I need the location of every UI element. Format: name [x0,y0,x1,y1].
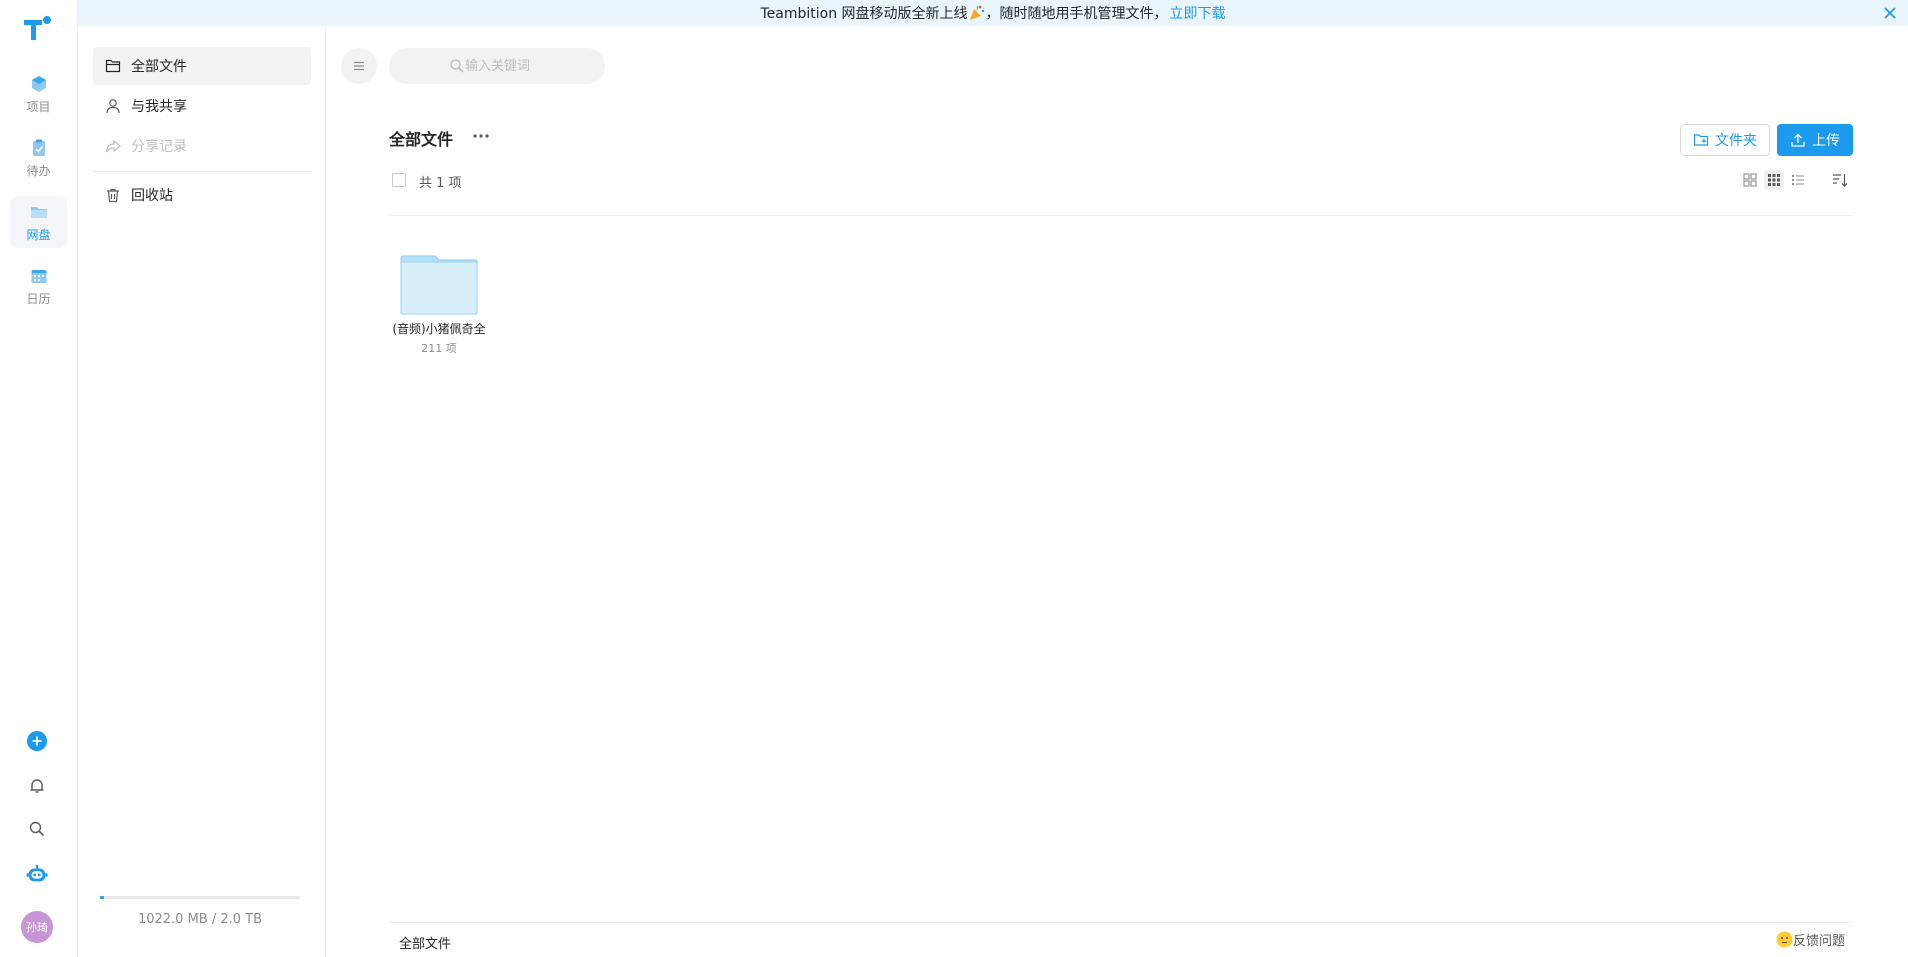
sort-icon [1833,174,1848,187]
notification-button[interactable] [26,775,48,797]
new-folder-button[interactable]: 文件夹 [1680,124,1770,156]
bell-icon [30,779,44,793]
more-actions-button[interactable] [469,124,493,148]
view-large-grid-button[interactable] [1740,170,1760,190]
sort-button[interactable] [1830,170,1850,190]
calendar-icon [31,269,46,283]
folder-icon [400,255,478,315]
search-icon [29,821,45,837]
drive-sidebar: 全部文件 与我共享 分享记录 回收站 1022.0 MB / 2.0 TB [78,26,326,957]
plus-circle-icon [27,731,47,751]
main-content: 全部文件 文件夹 上传 共 1 项 [326,26,1908,957]
global-search-button[interactable] [26,818,48,840]
rail-label: 网盘 [26,227,51,242]
sidebar-item-label: 与我共享 [131,99,187,115]
sidebar-item-trash[interactable]: 回收站 [93,176,311,214]
footer-breadcrumb: 全部文件 [399,937,452,952]
sidebar-divider [93,171,311,172]
toggle-sidebar-button[interactable] [341,48,377,84]
robot-icon [26,864,48,882]
thinking-face-icon [1776,931,1793,948]
sidebar-item-all-files[interactable]: 全部文件 [93,47,311,85]
sidebar-item-shared-with-me[interactable]: 与我共享 [93,87,311,125]
upload-label: 上传 [1812,133,1840,149]
drive-folder-icon [30,206,47,218]
grid-small-icon [1768,174,1780,186]
search-input[interactable] [389,48,605,84]
upload-icon [1791,133,1805,147]
folder-item-count: 211 项 [421,342,457,355]
feedback-label: 反馈问题 [1792,934,1845,949]
storage-usage-fill [100,896,104,899]
grid-large-icon [1743,173,1757,187]
assistant-button[interactable] [26,863,48,885]
rail-item-project[interactable]: 项目 [10,68,67,120]
add-button[interactable] [26,730,48,752]
new-folder-label: 文件夹 [1715,133,1757,149]
sidebar-item-label: 回收站 [131,188,173,204]
banner-close-button[interactable] [1880,3,1900,23]
avatar-text: 孙琦 [26,921,48,934]
rail-label: 日历 [26,291,51,306]
footer-bar: 全部文件 反馈问题 [389,922,1853,957]
upload-button[interactable]: 上传 [1777,124,1853,156]
rail-item-calendar[interactable]: 日历 [10,260,67,312]
folder-name: (音频)小猪佩奇全 [392,322,486,336]
search-icon [450,59,464,73]
sidebar-item-label: 全部文件 [131,59,187,75]
storage-usage-text: 1022.0 MB / 2.0 TB [137,912,263,927]
view-small-grid-button[interactable] [1764,170,1784,190]
banner-text-before: Teambition 网盘移动版全新上线 [760,6,968,22]
rail-item-drive[interactable]: 网盘 [10,196,67,248]
feedback-button[interactable]: 反馈问题 [1776,930,1845,949]
share-icon [105,139,121,153]
teambition-logo[interactable] [22,14,52,42]
download-link[interactable]: 立即下载 [1170,3,1226,23]
close-icon [1884,7,1896,19]
announcement-banner: Teambition 网盘移动版全新上线 ，随时随地用手机管理文件， 立即下载 [78,0,1908,26]
banner-text-after: ，随时随地用手机管理文件， [985,6,1168,22]
rail-item-todo[interactable]: 待办 [10,132,67,184]
user-icon [106,99,120,114]
page-title: 全部文件 [389,130,454,149]
user-avatar[interactable]: 孙琦 [21,911,53,943]
sidebar-item-share-records[interactable]: 分享记录 [93,127,311,165]
folder-outline-icon [105,59,121,73]
ellipsis-icon [473,134,489,138]
hamburger-icon [354,61,364,71]
storage-usage-bar [100,896,300,899]
view-list-button[interactable] [1788,170,1808,190]
folder-add-icon [1693,134,1709,146]
rail-label: 项目 [26,99,51,114]
toolbar-divider [389,215,1853,216]
rail-label: 待办 [26,163,51,178]
app-rail: 项目 待办 网盘 日历 孙琦 [0,0,78,957]
todo-clipboard-icon [32,139,45,156]
trash-icon [107,188,119,203]
list-icon [1792,175,1804,185]
party-popper-icon [969,5,984,20]
folder-item[interactable]: (音频)小猪佩奇全 211 项 [389,254,489,355]
select-all-checkbox[interactable] [392,173,406,187]
project-cube-icon [31,75,46,92]
sidebar-item-label: 分享记录 [131,139,187,155]
item-count: 共 1 项 [419,176,462,191]
